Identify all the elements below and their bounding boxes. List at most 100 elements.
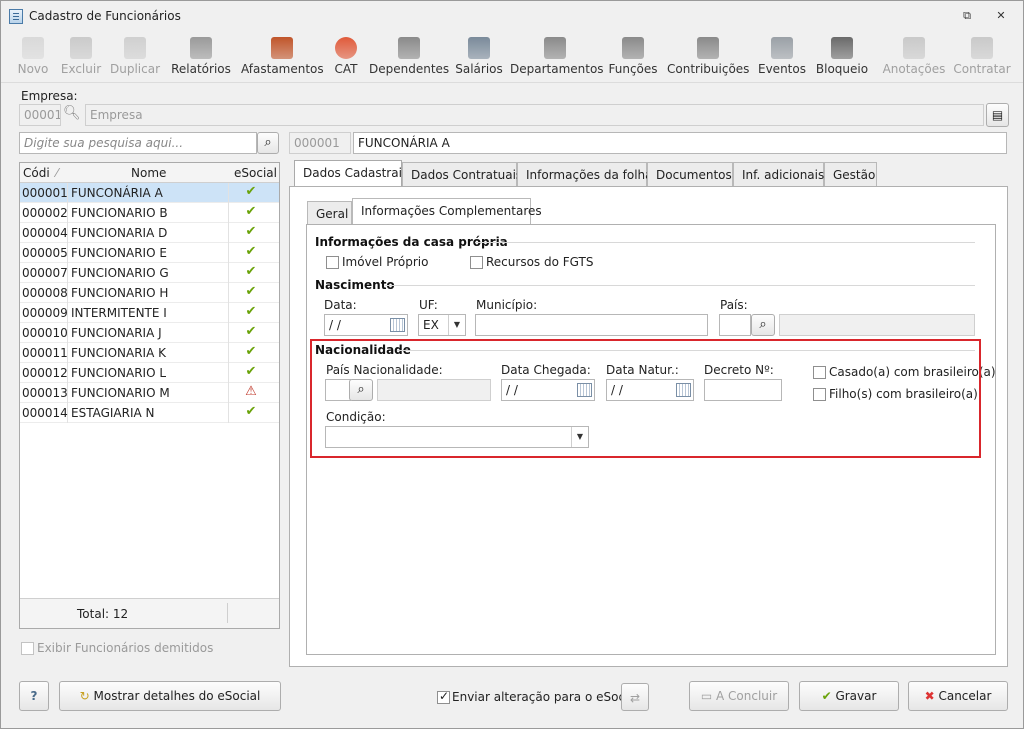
title-bar: Cadastro de Funcionários ⧉ ✕ (1, 1, 1023, 31)
toolbar-red-cross-button[interactable]: CAT (329, 35, 363, 79)
table-row[interactable]: 000001 FUNCONÁRIA A ✔ (20, 183, 279, 203)
search-input[interactable]: Digite sua pesquisa aqui... (19, 132, 257, 154)
subtab-info-complementares[interactable]: Informações Complementares (352, 198, 542, 225)
toolbar-report-button[interactable]: Relatórios (169, 35, 233, 79)
table-row[interactable]: 000008 FUNCIONARIO H ✔ (20, 283, 279, 303)
close-icon[interactable]: ✕ (993, 9, 1009, 23)
chevron-down-icon[interactable]: ▼ (448, 315, 465, 335)
col-esocial-header[interactable]: eSocial (234, 166, 277, 180)
toolbar-people-button[interactable]: Dependentes (369, 35, 449, 79)
sort-icon: ⁄ (56, 166, 59, 180)
heads-icon (697, 37, 719, 59)
toolbar-badge-button[interactable]: Funções (606, 35, 660, 79)
help-button[interactable]: ? (19, 681, 49, 711)
row-code: 000005 (22, 246, 68, 260)
selected-code-input[interactable]: 000001 (289, 132, 351, 154)
toolbar-note-button[interactable]: Anotações (881, 35, 947, 79)
toolbar-trash-button[interactable]: Excluir (59, 35, 103, 79)
toolbar-label: Funções (608, 62, 658, 76)
nasc-data-input[interactable]: / / (324, 314, 408, 336)
pais-search-icon[interactable]: ⌕ (751, 314, 775, 336)
enviar-esocial-checkbox[interactable] (437, 689, 450, 704)
col-name-header[interactable]: Nome (131, 166, 166, 180)
check-icon: ✔ (245, 364, 257, 379)
toolbar-contract-button[interactable]: Contratar (952, 35, 1012, 79)
toolbar: Novo Excluir Duplicar Relatórios Afastamento… (1, 31, 1023, 83)
subtab-geral[interactable]: Geral (307, 201, 352, 225)
table-row[interactable]: 000013 FUNCIONARIO M ⚠ (20, 383, 279, 403)
table-row[interactable]: 000002 FUNCIONARIO B ✔ (20, 203, 279, 223)
table-row[interactable]: 000014 ESTAGIARIA N ✔ (20, 403, 279, 423)
esocial-details-button[interactable]: ↻ Mostrar detalhes do eSocial (59, 681, 281, 711)
toolbar-money-button[interactable]: Salários (454, 35, 504, 79)
table-row[interactable]: 000012 FUNCIONARIO L ✔ (20, 363, 279, 383)
row-code: 000012 (22, 366, 68, 380)
table-row[interactable]: 000007 FUNCIONARIO G ✔ (20, 263, 279, 283)
check-icon: ✔ (245, 264, 257, 279)
row-code: 000002 (22, 206, 68, 220)
pais-code-input[interactable] (719, 314, 751, 336)
table-row[interactable]: 000011 FUNCIONARIA K ✔ (20, 343, 279, 363)
toolbar-label: Anotações (882, 62, 946, 76)
toolbar-label: Bloqueio (815, 62, 869, 76)
empresa-grid-button[interactable]: ▤ (986, 103, 1009, 127)
table-row[interactable]: 000010 FUNCIONARIA J ✔ (20, 323, 279, 343)
pais-name-input[interactable] (779, 314, 975, 336)
table-row[interactable]: 000005 FUNCIONARIO E ✔ (20, 243, 279, 263)
empresa-name-input[interactable]: Empresa (85, 104, 984, 126)
table-row[interactable]: 000009 INTERMITENTE I ✔ (20, 303, 279, 323)
tab-inf-adicionais[interactable]: Inf. adicionais (733, 162, 824, 186)
esocial-details-label: Mostrar detalhes do eSocial (93, 689, 261, 703)
show-dismissed-checkbox[interactable] (21, 642, 34, 655)
tab-informacoes-folha[interactable]: Informações da folha (517, 162, 653, 186)
empresa-search-icon[interactable]: 🔍︎ (63, 105, 81, 121)
row-name: FUNCIONARIO B (71, 206, 168, 220)
imovel-proprio-checkbox[interactable] (326, 256, 339, 269)
uf-label: UF: (419, 298, 438, 312)
search-icon[interactable]: ⌕ (257, 132, 279, 154)
tab-documentos[interactable]: Documentos (647, 162, 733, 186)
desk-icon (544, 37, 566, 59)
toolbar-list-button[interactable]: Eventos (756, 35, 808, 79)
check-icon: ✔ (245, 244, 257, 259)
row-name: FUNCIONARIO L (71, 366, 167, 380)
pais-label: País: (720, 298, 748, 312)
check-icon: ✔ (245, 304, 257, 319)
empresa-code-input[interactable]: 00001 (19, 104, 61, 126)
toolbar-label: Excluir (60, 62, 102, 76)
toolbar-new-button[interactable]: Novo (15, 35, 51, 79)
check-icon: ✔ (245, 324, 257, 339)
toolbar-duplicate-button[interactable]: Duplicar (108, 35, 162, 79)
toolbar-heads-button[interactable]: Contribuições (667, 35, 749, 79)
nasc-data-value: / / (329, 318, 341, 332)
col-code-header[interactable]: Códi (23, 166, 50, 180)
selected-name-input[interactable]: FUNCONÁRIA A (353, 132, 1007, 154)
cancelar-label: Cancelar (938, 689, 992, 703)
municipio-input[interactable] (475, 314, 708, 336)
gravar-button[interactable]: ✔ Gravar (799, 681, 899, 711)
row-name: FUNCIONARIA D (71, 226, 168, 240)
trash-icon (70, 37, 92, 59)
row-name: ESTAGIARIA N (71, 406, 155, 420)
concluir-button[interactable]: ▭ A Concluir (689, 681, 789, 711)
calendar-icon[interactable] (390, 318, 405, 332)
send-esocial-icon[interactable]: ⇄ (621, 683, 649, 711)
toolbar-house-button[interactable]: Afastamentos (241, 35, 324, 79)
row-code: 000014 (22, 406, 68, 420)
people-icon (398, 37, 420, 59)
row-code: 000011 (22, 346, 68, 360)
nascimento-title: Nascimento (315, 278, 395, 292)
warning-icon: ⚠ (245, 384, 257, 399)
tab-gestao[interactable]: Gestão (824, 162, 877, 186)
table-row[interactable]: 000004 FUNCIONARIA D ✔ (20, 223, 279, 243)
uf-select[interactable]: EX ▼ (418, 314, 466, 336)
toolbar-lock-button[interactable]: Bloqueio (814, 35, 870, 79)
tab-dados-cadastrais[interactable]: Dados Cadastrais (294, 160, 408, 186)
row-name: FUNCIONARIO G (71, 266, 169, 280)
restore-icon[interactable]: ⧉ (959, 9, 975, 23)
tab-dados-contratuais[interactable]: Dados Contratuais (402, 162, 522, 186)
cancelar-button[interactable]: ✖ Cancelar (908, 681, 1008, 711)
toolbar-desk-button[interactable]: Departamentos (510, 35, 604, 79)
recursos-fgts-checkbox[interactable] (470, 256, 483, 269)
enviar-esocial-label: Enviar alteração para o eSocial (452, 690, 640, 704)
